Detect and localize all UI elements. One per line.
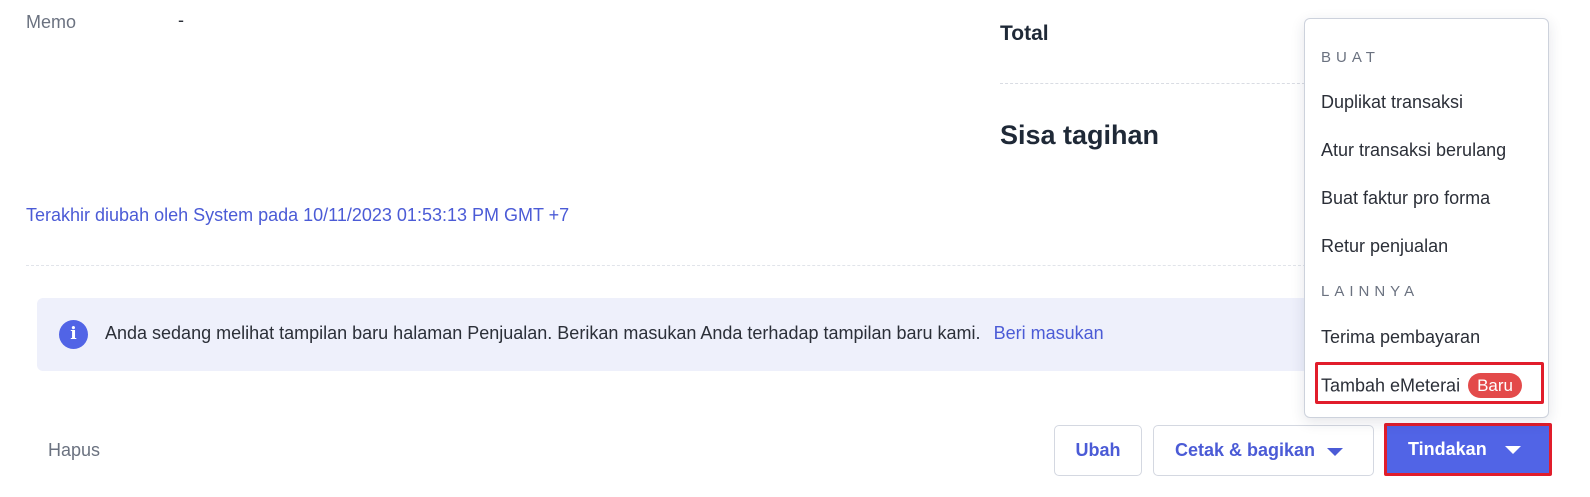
info-banner-text: Anda sedang melihat tampilan baru halama… xyxy=(105,323,1104,344)
memo-label: Memo xyxy=(26,12,77,32)
feedback-link[interactable]: Beri masukan xyxy=(994,323,1104,343)
edit-button[interactable]: Ubah xyxy=(1054,425,1142,476)
memo-value: - xyxy=(178,10,184,30)
menu-item-proforma[interactable]: Buat faktur pro forma xyxy=(1321,188,1490,209)
delete-button[interactable]: Hapus xyxy=(32,428,116,472)
info-banner: i Anda sedang melihat tampilan baru hala… xyxy=(37,298,1337,371)
chevron-down-icon xyxy=(1327,448,1343,456)
last-modified-text: Terakhir diubah oleh System pada 10/11/2… xyxy=(26,205,570,225)
actions-button[interactable]: Tindakan xyxy=(1387,426,1549,473)
menu-item-duplicate[interactable]: Duplikat transaksi xyxy=(1321,92,1463,113)
info-banner-message: Anda sedang melihat tampilan baru halama… xyxy=(105,323,981,343)
total-label: Total xyxy=(1000,22,1049,45)
menu-section-other: LAINNYA xyxy=(1321,283,1420,300)
new-badge: Baru xyxy=(1468,373,1522,398)
section-divider xyxy=(26,265,1316,266)
menu-section-create: BUAT xyxy=(1321,49,1380,66)
menu-item-receive-payment[interactable]: Terima pembayaran xyxy=(1321,327,1480,348)
menu-item-add-emeterai[interactable]: Tambah eMeterai Baru xyxy=(1321,373,1522,399)
summary-divider xyxy=(1000,83,1310,84)
balance-due-label: Sisa tagihan xyxy=(1000,120,1160,150)
print-share-label: Cetak & bagikan xyxy=(1175,440,1316,460)
chevron-down-icon xyxy=(1505,446,1521,454)
actions-dropdown-menu: BUAT Duplikat transaksi Atur transaksi b… xyxy=(1304,18,1549,418)
actions-label: Tindakan xyxy=(1408,439,1487,459)
menu-item-recurring[interactable]: Atur transaksi berulang xyxy=(1321,140,1506,161)
menu-item-sales-return[interactable]: Retur penjualan xyxy=(1321,236,1448,257)
menu-item-emeterai-label: Tambah eMeterai xyxy=(1321,375,1461,396)
info-icon: i xyxy=(59,320,88,349)
print-share-button[interactable]: Cetak & bagikan xyxy=(1153,425,1374,476)
